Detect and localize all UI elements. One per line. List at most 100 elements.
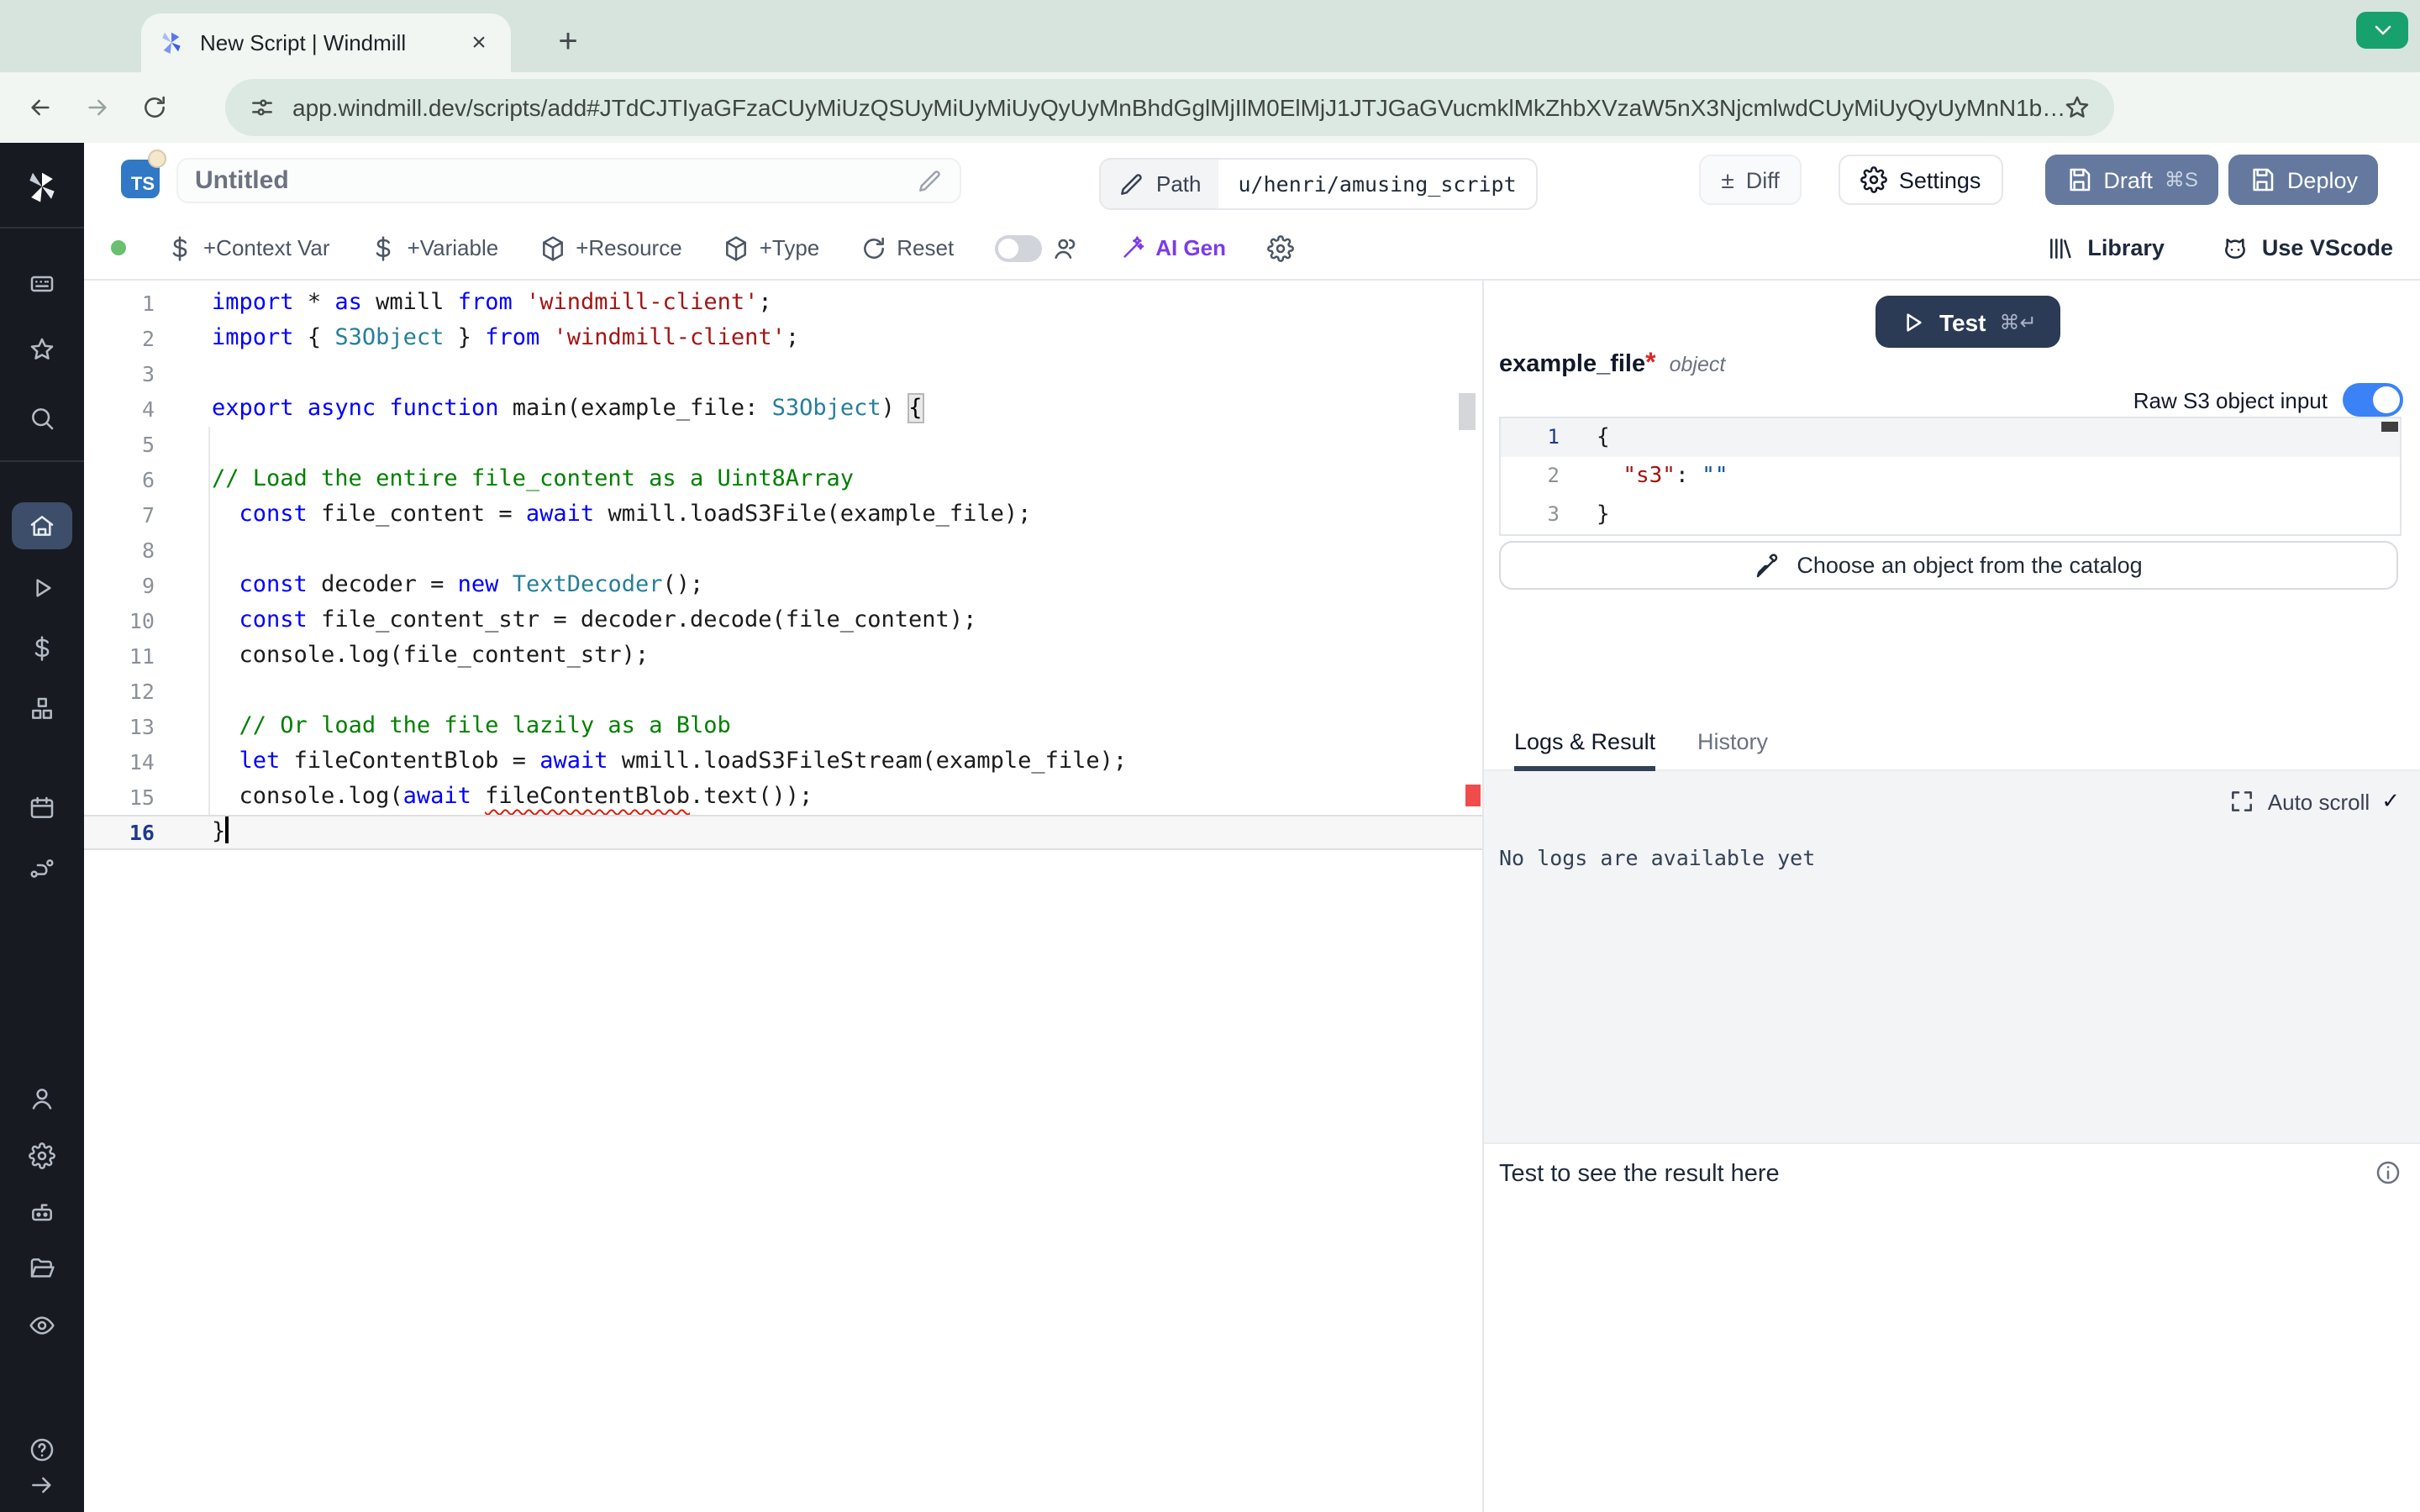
sidebar-item-search[interactable]	[12, 395, 72, 442]
calendar-icon	[29, 795, 55, 822]
code-lines: 1import * as wmill from 'windmill-client…	[84, 286, 1482, 850]
pencil-icon[interactable]	[916, 167, 943, 194]
add-type-button[interactable]: +Type	[723, 234, 820, 261]
tab-logs-result[interactable]: Logs & Result	[1514, 729, 1655, 771]
line-number: 5	[84, 427, 155, 462]
code-line-13[interactable]: 13 // Or load the file lazily as a Blob	[84, 709, 1482, 744]
code-line-10[interactable]: 10 const file_content_str = decoder.deco…	[84, 603, 1482, 638]
code-line-5[interactable]: 5	[84, 427, 1482, 462]
code-line-2[interactable]: 2import { S3Object } from 'windmill-clie…	[84, 321, 1482, 356]
sidebar-item-audit[interactable]	[12, 1302, 72, 1349]
info-icon[interactable]	[2375, 1159, 2402, 1186]
browser-tab[interactable]: New Script | Windmill ×	[141, 13, 511, 72]
tab-title: New Script | Windmill	[200, 30, 464, 55]
sidebar-item-settings[interactable]	[12, 1132, 72, 1179]
json-line-1[interactable]: 1{	[1501, 418, 2400, 457]
code-line-16[interactable]: 16}	[84, 815, 1482, 850]
check-icon[interactable]: ✓	[2381, 788, 2400, 815]
json-input-editor[interactable]: 1{2 "s3": ""3}	[1499, 417, 2402, 536]
path-value[interactable]: u/henri/amusing_script	[1218, 160, 1537, 208]
sidebar-item-workers[interactable]	[12, 1189, 72, 1236]
diff-button[interactable]: ± Diff	[1699, 155, 1801, 205]
sidebar-item-runs[interactable]	[12, 564, 72, 612]
raw-s3-row: Raw S3 object input	[2133, 383, 2403, 417]
editor-scrollbar[interactable]	[1459, 393, 1476, 430]
settings-button[interactable]: Settings	[1839, 155, 2003, 205]
line-number: 1	[84, 286, 155, 321]
line-number: 3	[1501, 496, 1560, 534]
url-text[interactable]: app.windmill.dev/scripts/add#JTdCJTIyaGF…	[292, 94, 2064, 121]
path-field[interactable]: Path u/henri/amusing_script	[1099, 158, 1539, 210]
dollar-icon	[29, 635, 55, 662]
screen: New Script | Windmill × + app.windmill.d…	[0, 0, 2420, 1512]
address-bar[interactable]: app.windmill.dev/scripts/add#JTdCJTIyaGF…	[225, 79, 2114, 136]
draft-shortcut: ⌘S	[2165, 168, 2198, 192]
tab-history[interactable]: History	[1697, 729, 1768, 754]
sidebar-item-resources[interactable]	[12, 685, 72, 732]
collab-switch[interactable]	[994, 234, 1041, 261]
json-line-2[interactable]: 2 "s3": ""	[1501, 457, 2400, 496]
code-line-7[interactable]: 7 const file_content = await wmill.loadS…	[84, 497, 1482, 533]
code-editor[interactable]: 1import * as wmill from 'windmill-client…	[84, 281, 1482, 1512]
forward-button[interactable]	[69, 79, 126, 136]
library-button[interactable]: Library	[2047, 234, 2165, 261]
code-line-11[interactable]: 11 console.log(file_content_str);	[84, 638, 1482, 674]
sidebar-item-home[interactable]	[12, 502, 72, 549]
sidebar-item-variables[interactable]	[12, 625, 72, 672]
tune-icon[interactable]	[249, 94, 276, 121]
code-line-15[interactable]: 15 console.log(await fileContentBlob.tex…	[84, 780, 1482, 815]
draft-button[interactable]: Draft ⌘S	[2044, 155, 2218, 205]
windmill-logo[interactable]	[24, 170, 60, 207]
code-line-1[interactable]: 1import * as wmill from 'windmill-client…	[84, 286, 1482, 321]
code-line-6[interactable]: 6// Load the entire file_content as a Ui…	[84, 462, 1482, 497]
new-tab-button[interactable]: +	[544, 18, 592, 66]
sidebar-item-expand[interactable]	[12, 1462, 72, 1509]
sidebar-item-flows[interactable]	[12, 845, 72, 892]
add-context-var-button[interactable]: +Context Var	[166, 234, 330, 261]
deploy-button[interactable]: Deploy	[2228, 155, 2378, 205]
sidebar-item-folders[interactable]	[12, 1245, 72, 1292]
line-number: 16	[84, 815, 155, 850]
summary-input[interactable]: Untitled	[176, 158, 961, 203]
tab-close-icon[interactable]: ×	[464, 29, 494, 57]
sidebar-item-favorites[interactable]	[12, 326, 72, 373]
preview-panel: Test ⌘↵ example_file* object Raw S3 obje…	[1484, 281, 2420, 1512]
test-button[interactable]: Test ⌘↵	[1876, 296, 2060, 348]
arg-name: example_file	[1499, 351, 1645, 378]
auto-scroll-control[interactable]: Auto scroll ✓	[2229, 788, 2400, 815]
line-number: 3	[84, 356, 155, 391]
add-resource-button[interactable]: +Resource	[539, 234, 681, 261]
code-line-4[interactable]: 4export async function main(example_file…	[84, 391, 1482, 427]
dollar-icon	[371, 234, 397, 261]
choose-object-button[interactable]: Choose an object from the catalog	[1499, 541, 2398, 590]
script-title[interactable]: Untitled	[195, 166, 916, 195]
add-variable-button[interactable]: +Variable	[371, 234, 499, 261]
code-line-8[interactable]: 8	[84, 533, 1482, 568]
code-line-3[interactable]: 3	[84, 356, 1482, 391]
json-scrollbar[interactable]	[2381, 422, 2398, 432]
box-icon	[723, 234, 750, 261]
reload-button[interactable]	[126, 79, 183, 136]
sidebar-item-user[interactable]	[12, 1075, 72, 1122]
editor-settings-button[interactable]	[1266, 234, 1293, 261]
back-button[interactable]	[12, 79, 69, 136]
collab-toggle[interactable]	[994, 234, 1078, 261]
robot-icon	[29, 1200, 55, 1226]
raw-s3-toggle[interactable]	[2343, 383, 2403, 417]
line-number: 9	[84, 568, 155, 603]
status-dot	[111, 240, 126, 255]
play-outline-icon	[1899, 308, 1926, 335]
code-line-9[interactable]: 9 const decoder = new TextDecoder();	[84, 568, 1482, 603]
main-area: TS Untitled Path u/henri/amusing_script …	[84, 143, 2420, 1512]
code-line-14[interactable]: 14 let fileContentBlob = await wmill.loa…	[84, 744, 1482, 780]
code-line-12[interactable]: 12	[84, 674, 1482, 709]
reset-button[interactable]: Reset	[860, 234, 954, 261]
bookmark-icon[interactable]	[2064, 94, 2091, 121]
sidebar-item-schedules[interactable]	[12, 785, 72, 832]
use-vscode-button[interactable]: Use VScode	[2222, 234, 2393, 261]
json-line-3[interactable]: 3}	[1501, 496, 2400, 534]
line-number: 4	[84, 391, 155, 427]
ai-gen-button[interactable]: AI Gen	[1118, 234, 1226, 261]
chrome-dropdown-button[interactable]	[2356, 12, 2408, 49]
sidebar-item-apps[interactable]	[12, 260, 72, 307]
